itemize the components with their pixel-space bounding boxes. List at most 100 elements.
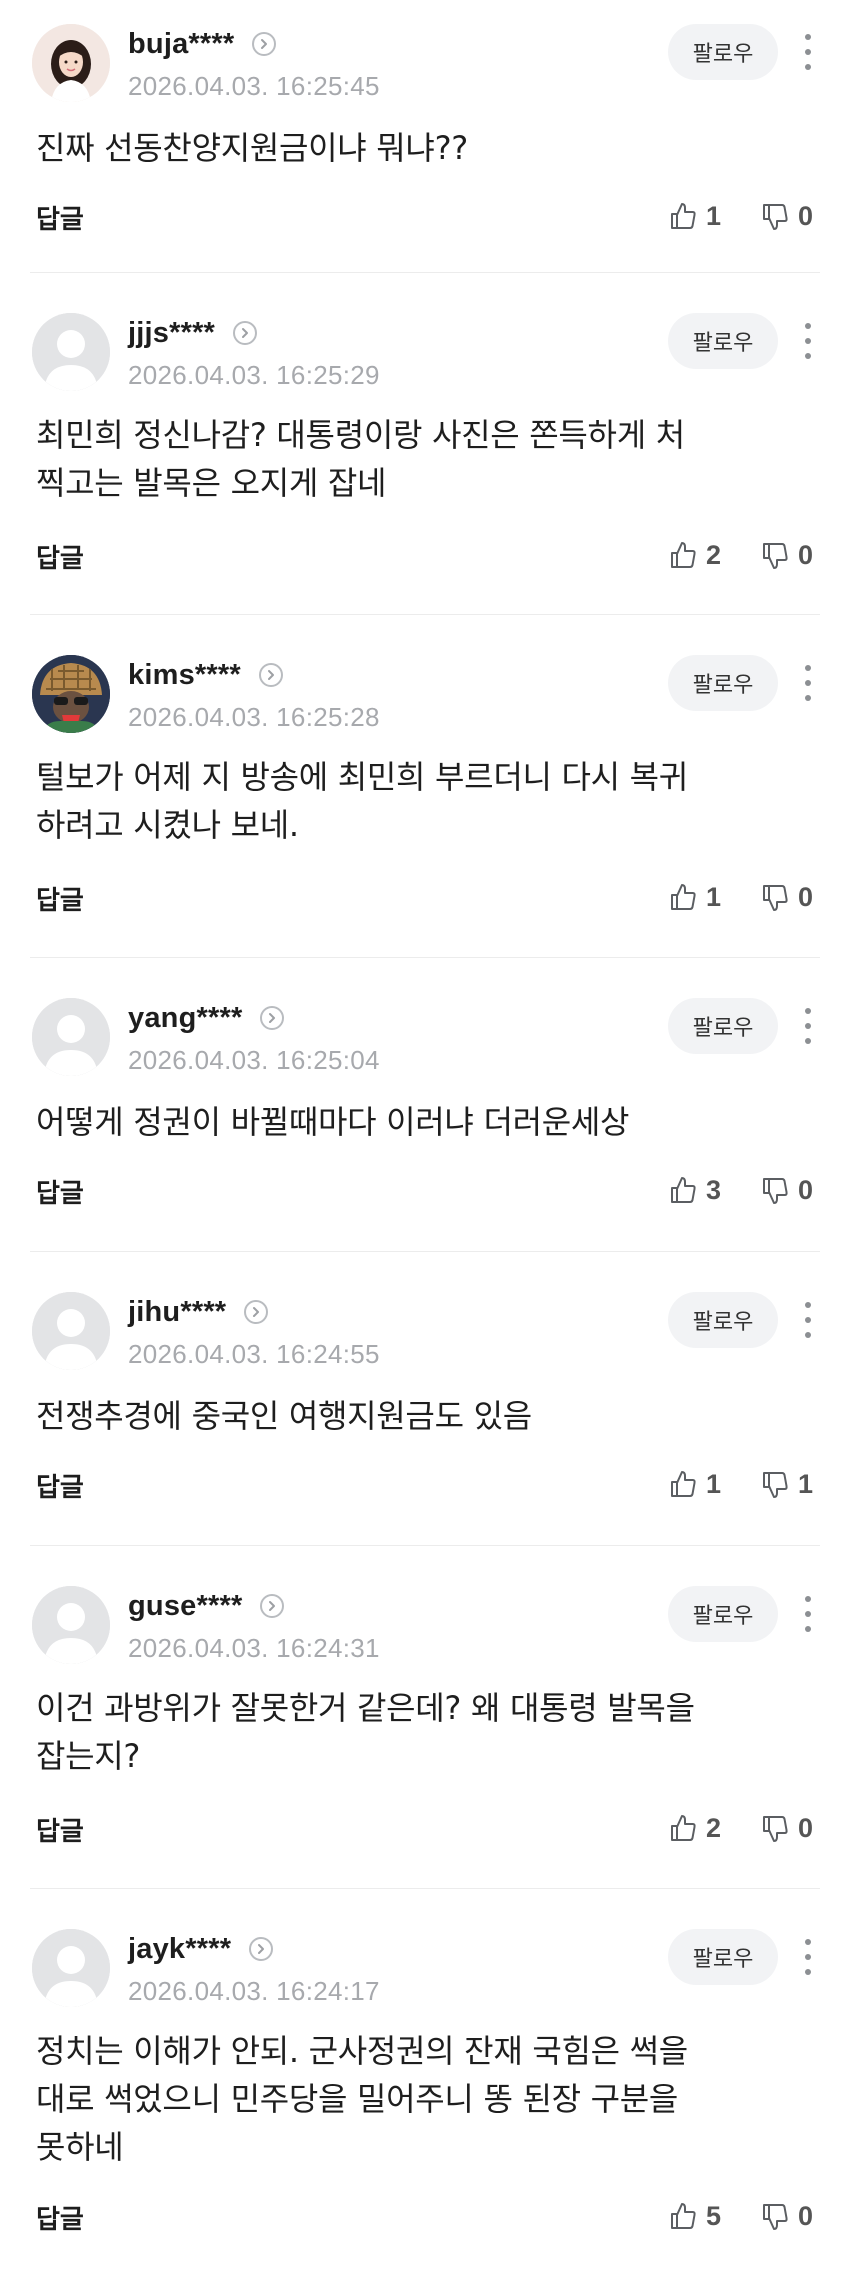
dislike-button[interactable]: 0 [760,877,813,917]
like-button[interactable]: 2 [668,535,721,575]
default-avatar-icon [32,998,110,1076]
divider [30,614,820,615]
username[interactable]: jjjs**** [128,317,215,350]
character-avatar-icon [32,655,110,733]
more-options-icon[interactable] [794,28,822,76]
like-button[interactable]: 5 [668,2196,721,2236]
default-avatar-icon [32,313,110,391]
username-row: guse**** [128,1588,285,1624]
follow-button[interactable]: 팔로우 [668,655,778,711]
like-button[interactable]: 3 [668,1170,721,1210]
comment-item: jjjs**** 2026.04.03. 16:25:29 팔로우 최민희 정신… [0,313,850,603]
like-count: 1 [706,200,722,231]
like-button[interactable]: 2 [668,1808,721,1848]
follow-button[interactable]: 팔로우 [668,1929,778,1985]
username[interactable]: jihu**** [128,1296,226,1329]
like-button[interactable]: 1 [668,1464,721,1504]
reply-button[interactable]: 답글 [36,880,84,917]
reply-button[interactable]: 답글 [36,1811,84,1848]
default-avatar-icon [32,1586,110,1664]
default-avatar-icon [32,1929,110,2007]
comment-text: 정치는 이해가 안되. 군사정권의 잔재 국힘은 썩을 대로 썩었으니 민주당을… [36,2032,688,2166]
like-count: 5 [706,2200,722,2231]
thumbs-up-icon [671,2203,696,2229]
follow-button[interactable]: 팔로우 [668,998,778,1054]
username-row: jayk**** [128,1931,274,1967]
chevron-right-icon[interactable] [260,1006,285,1030]
more-options-icon[interactable] [794,317,822,365]
comment-text: 이건 과방위가 잘못한거 같은데? 왜 대통령 발목을 잡는지? [36,1689,695,1775]
avatar[interactable] [32,1586,110,1664]
like-count: 1 [706,881,722,912]
timestamp: 2026.04.03. 16:25:04 [128,1045,380,1075]
follow-button[interactable]: 팔로우 [668,24,778,80]
thumbs-down-icon [763,1816,788,1842]
reply-button[interactable]: 답글 [36,1173,84,1210]
avatar[interactable] [32,1292,110,1370]
dislike-button[interactable]: 0 [760,2196,813,2236]
divider [30,272,820,273]
username-row: jihu**** [128,1294,269,1330]
chevron-right-icon[interactable] [249,1937,274,1961]
chevron-right-icon[interactable] [258,663,283,687]
dislike-count: 0 [798,539,814,570]
more-options-icon[interactable] [794,1002,822,1050]
comment-item: jihu**** 2026.04.03. 16:24:55 팔로우 전쟁추경에 … [0,1292,850,1532]
more-options-icon[interactable] [794,659,822,707]
like-count: 1 [706,1468,722,1499]
follow-button[interactable]: 팔로우 [668,1586,778,1642]
default-avatar-icon [32,1292,110,1370]
follow-button[interactable]: 팔로우 [668,1292,778,1348]
more-options-icon[interactable] [794,1590,822,1638]
dislike-button[interactable]: 0 [760,196,813,236]
reply-button[interactable]: 답글 [36,538,84,575]
avatar[interactable] [32,1929,110,2007]
dislike-count: 0 [798,881,814,912]
thumbs-down-icon [763,1178,788,1204]
avatar[interactable] [32,313,110,391]
dislike-button[interactable]: 0 [760,535,813,575]
avatar[interactable] [32,998,110,1076]
chevron-right-icon[interactable] [260,1594,285,1618]
comment-item: kims**** 2026.04.03. 16:25:28 팔로우 털보가 어제… [0,655,850,945]
chevron-right-icon[interactable] [252,32,277,56]
divider [30,1545,820,1546]
more-options-icon[interactable] [794,1933,822,1981]
avatar[interactable] [32,655,110,733]
profile-photo-icon [32,24,110,102]
username[interactable]: kims**** [128,659,241,692]
comment-item: guse**** 2026.04.03. 16:24:31 팔로우 이건 과방위… [0,1586,850,1876]
follow-button[interactable]: 팔로우 [668,313,778,369]
chevron-right-icon[interactable] [244,1300,269,1324]
like-button[interactable]: 1 [668,196,721,236]
thumbs-up-icon [671,1177,696,1203]
comment-text: 최민희 정신나감? 대통령이랑 사진은 쫀득하게 처 찍고는 발목은 오지게 잡… [36,416,685,502]
username-row: buja**** [128,26,277,62]
like-count: 3 [706,1174,722,1205]
like-count: 2 [706,1812,722,1843]
username[interactable]: jayk**** [128,1933,231,1966]
dislike-button[interactable]: 0 [760,1170,813,1210]
reply-button[interactable]: 답글 [36,2199,84,2236]
username[interactable]: guse**** [128,1590,242,1623]
divider [30,957,820,958]
comment-text: 털보가 어제 지 방송에 최민희 부르더니 다시 복귀 하려고 시켰나 보네. [36,758,688,844]
thumbs-up-icon [671,203,696,229]
reply-button[interactable]: 답글 [36,1467,84,1504]
avatar[interactable] [32,24,110,102]
dislike-button[interactable]: 0 [760,1808,813,1848]
reply-button[interactable]: 답글 [36,199,84,236]
username[interactable]: buja**** [128,28,234,61]
more-options-icon[interactable] [794,1296,822,1344]
username-row: yang**** [128,1000,285,1036]
thumbs-down-icon [763,204,788,230]
divider [30,1251,820,1252]
timestamp: 2026.04.03. 16:25:29 [128,360,380,390]
dislike-button[interactable]: 1 [760,1464,813,1504]
thumbs-up-icon [671,542,696,568]
thumbs-down-icon [763,2204,788,2230]
timestamp: 2026.04.03. 16:25:28 [128,702,380,732]
username[interactable]: yang**** [128,1002,242,1035]
chevron-right-icon[interactable] [233,321,258,345]
like-button[interactable]: 1 [668,877,721,917]
